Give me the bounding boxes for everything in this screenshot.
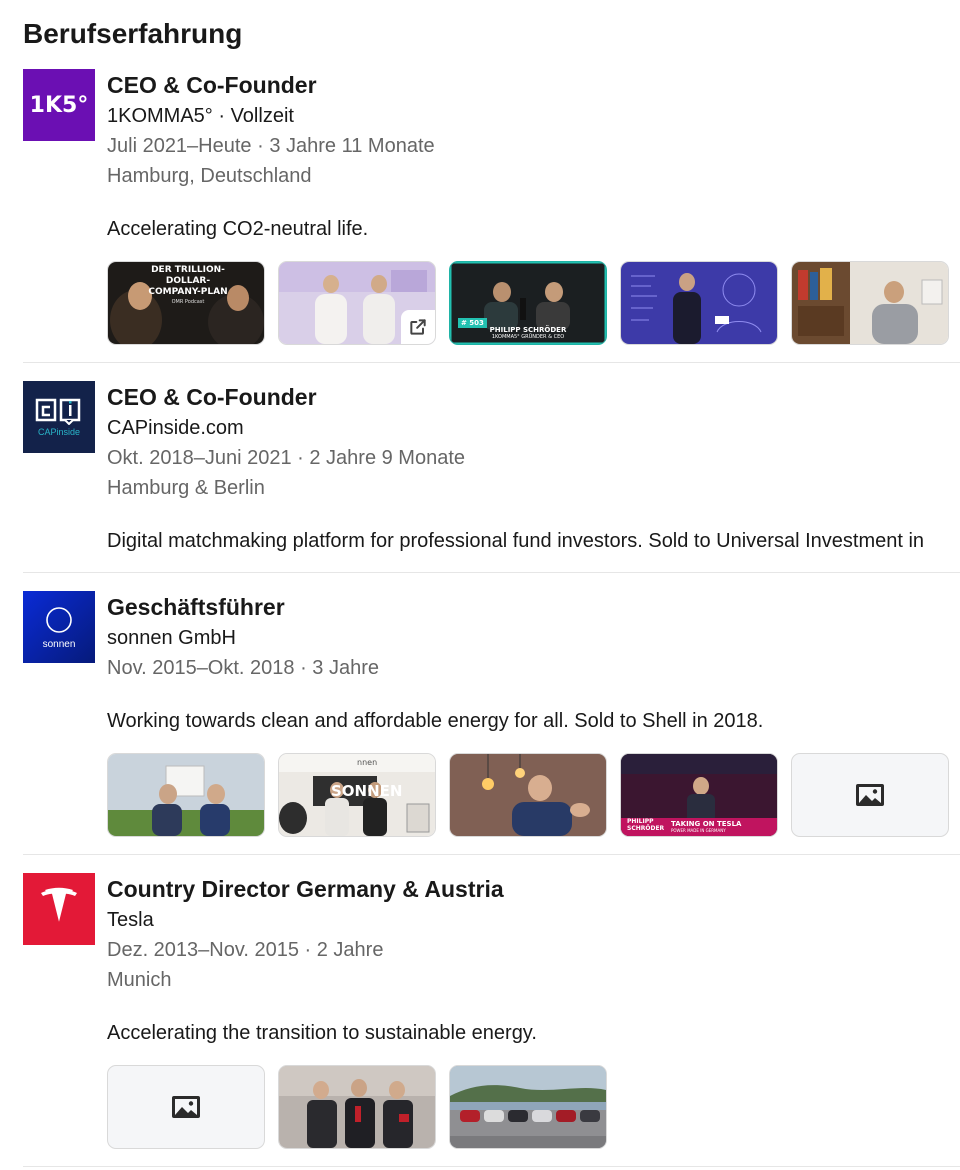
- date-range: Nov. 2015–Okt. 2018 · 3 Jahre: [107, 657, 380, 679]
- sonnen-logo[interactable]: sonnen: [23, 591, 95, 663]
- 1komma5-logo[interactable]: 1K5°: [23, 69, 95, 141]
- interview-photo-thumbnail[interactable]: [791, 261, 949, 345]
- sonnen-store-photo-thumbnail[interactable]: nnen SONNEN: [278, 753, 436, 837]
- founders-photo-thumbnail[interactable]: [278, 261, 436, 345]
- image-placeholder-icon: [172, 1096, 200, 1118]
- date-range: Dez. 2013–Nov. 2015 · 2 Jahre: [107, 939, 384, 961]
- location: Hamburg & Berlin: [107, 477, 265, 499]
- date-range: Juli 2021–Heute · 3 Jahre 11 Monate: [107, 135, 435, 157]
- job-title: Geschäftsführer: [107, 594, 285, 620]
- job-description: Accelerating CO2-neutral life.: [107, 218, 369, 240]
- tesla-t-icon: [41, 887, 77, 922]
- divider: [23, 1166, 960, 1167]
- location: Hamburg, Deutschland: [107, 165, 312, 187]
- experience-info: Country Director Germany & Austria Tesla…: [107, 873, 960, 995]
- company-name: CAPinside.com: [107, 417, 244, 439]
- experience-info: CEO & Co-Founder CAPinside.com Okt. 2018…: [107, 381, 960, 503]
- job-title: Country Director Germany & Austria: [107, 876, 504, 902]
- location: Munich: [107, 969, 172, 991]
- outdoor-photo-thumbnail[interactable]: [107, 753, 265, 837]
- divider: [23, 572, 960, 573]
- experience-section: Berufserfahrung 1K5° CEO & Co-Founder 1K…: [0, 0, 960, 1170]
- cars-photo-thumbnail[interactable]: [449, 1065, 607, 1149]
- company-name: 1KOMMA5° · Vollzeit: [107, 105, 294, 127]
- award-photo-thumbnail[interactable]: [278, 1065, 436, 1149]
- external-link-icon[interactable]: [401, 310, 435, 344]
- image-placeholder-icon: [856, 784, 884, 806]
- job-description: Working towards clean and affordable ene…: [107, 710, 764, 732]
- date-range: Okt. 2018–Juni 2021 · 2 Jahre 9 Monate: [107, 447, 466, 469]
- experience-info: CEO & Co-Founder 1KOMMA5° · Vollzeit Jul…: [107, 69, 960, 191]
- job-title: CEO & Co-Founder: [107, 384, 317, 410]
- section-title: Berufserfahrung: [23, 18, 243, 49]
- interview-photo-thumbnail[interactable]: [449, 753, 607, 837]
- tesla-logo[interactable]: [23, 873, 95, 945]
- job-description: Digital matchmaking platform for profess…: [107, 530, 925, 552]
- divider: [23, 854, 960, 855]
- company-name: sonnen GmbH: [107, 627, 236, 649]
- capinside-mark-icon: [35, 398, 81, 425]
- stage-talk-thumbnail[interactable]: PHILIPP SCHRÖDER TAKING ON TESLA POWER M…: [620, 753, 778, 837]
- sonnen-circle-icon: [46, 606, 72, 633]
- experience-info: Geschäftsführer sonnen GmbH Nov. 2015–Ok…: [107, 591, 960, 683]
- conference-photo-thumbnail[interactable]: [620, 261, 778, 345]
- media-placeholder[interactable]: [791, 753, 949, 837]
- capinside-logo[interactable]: CAPinside: [23, 381, 95, 453]
- job-title: CEO & Co-Founder: [107, 72, 317, 98]
- media-placeholder[interactable]: [107, 1065, 265, 1149]
- company-name: Tesla: [107, 909, 154, 931]
- podcast-thumbnail[interactable]: # 503 PHILIPP SCHRÖDER 1KOMMA5° GRÜNDER …: [449, 261, 607, 345]
- divider: [23, 362, 960, 363]
- job-description: Accelerating the transition to sustainab…: [107, 1022, 537, 1044]
- podcast-thumbnail[interactable]: DER TRILLION- DOLLAR- COMPANY-PLAN OMR P…: [107, 261, 265, 345]
